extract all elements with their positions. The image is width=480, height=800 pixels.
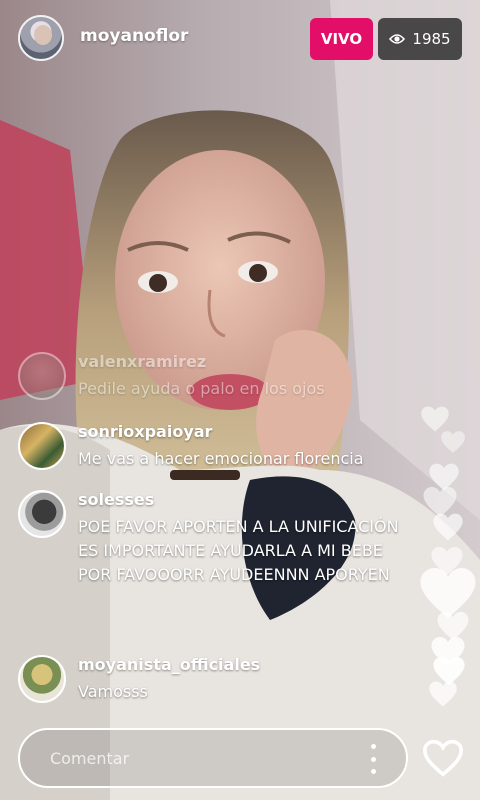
live-badge: VIVO	[310, 18, 373, 60]
host-avatar[interactable]	[18, 15, 64, 61]
heart-icon	[433, 513, 463, 541]
comment-username[interactable]: moyanista_officiales	[78, 655, 260, 674]
comment-avatar[interactable]	[18, 352, 66, 400]
more-vertical-icon[interactable]	[366, 744, 380, 774]
comment-placeholder: Comentar	[50, 749, 130, 768]
heart-outline-icon[interactable]	[421, 738, 465, 778]
viewer-count-badge[interactable]: 1985	[378, 18, 462, 60]
comment-input[interactable]: Comentar	[18, 728, 408, 788]
comment-text: Me vas a hacer emocionar florencia	[78, 449, 364, 468]
viewer-count: 1985	[412, 30, 451, 48]
comment-username[interactable]: sonrioxpaioyar	[78, 422, 212, 441]
comment-avatar[interactable]	[18, 655, 66, 703]
heart-icon	[429, 681, 457, 707]
eye-icon	[389, 34, 406, 44]
comment-text: Vamosss	[78, 682, 148, 701]
comment-username[interactable]: solesses	[78, 490, 154, 509]
comment-username[interactable]: valenxramirez	[78, 352, 206, 371]
heart-icon	[421, 406, 449, 432]
comment-avatar[interactable]	[18, 490, 66, 538]
comment-text: Pedile ayuda o palo en los ojos	[78, 379, 325, 398]
heart-icon	[441, 431, 465, 453]
comment-avatar[interactable]	[18, 422, 66, 470]
host-username[interactable]: moyanoflor	[80, 26, 188, 46]
comment-text: POE FAVOR APORTEN A LA UNIFICACIÓN ES IM…	[78, 517, 399, 584]
